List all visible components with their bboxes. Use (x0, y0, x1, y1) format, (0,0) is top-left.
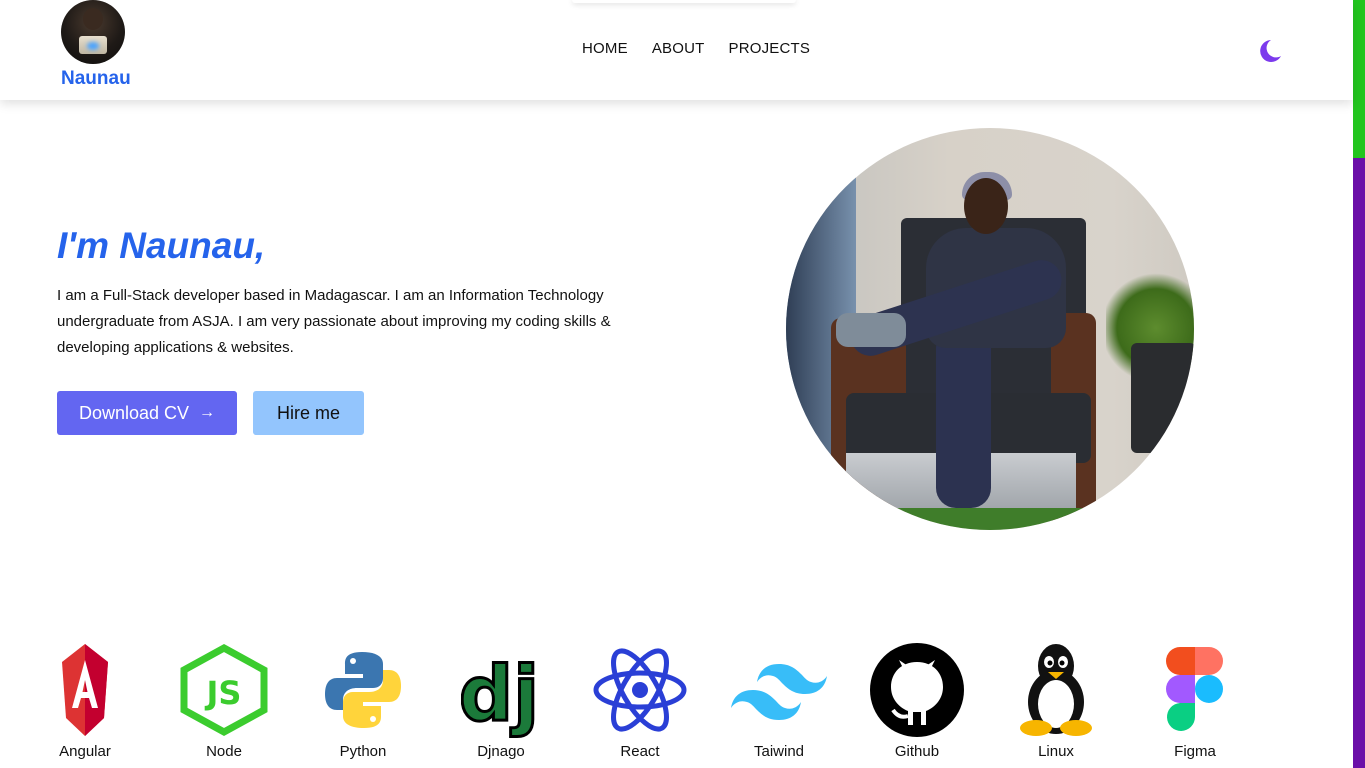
python-icon (325, 652, 401, 728)
hire-me-button[interactable]: Hire me (253, 391, 364, 435)
skill-label: React (620, 743, 660, 760)
skill-github: Github (857, 640, 977, 760)
arrow-right-icon: → (199, 404, 216, 421)
skill-python: Python (303, 640, 423, 760)
main-nav: HOME ABOUT PROJECTS (582, 40, 810, 57)
skill-label: Python (339, 743, 387, 760)
brand-logo[interactable]: Naunau (61, 0, 136, 96)
hero-description: I am a Full-Stack developer based in Mad… (57, 287, 611, 356)
svg-text:dj: dj (461, 649, 539, 738)
dark-mode-toggle[interactable] (1254, 36, 1284, 66)
skill-label: Figma (1174, 743, 1216, 760)
github-icon (870, 643, 964, 737)
skill-figma: Figma (1135, 640, 1255, 760)
node-icon: JS (180, 644, 268, 736)
moon-icon (1260, 40, 1281, 62)
header-decoration (572, 0, 796, 3)
brand-avatar (61, 0, 125, 64)
skill-label: Node (206, 743, 242, 760)
profile-photo (786, 128, 1194, 530)
skill-label: Angular (59, 743, 111, 760)
hire-me-label: Hire me (276, 402, 340, 423)
skill-angular: Angular (25, 640, 145, 760)
django-icon: dj (461, 648, 541, 739)
figma-icon (1166, 647, 1223, 731)
skill-label: Djnago (477, 743, 525, 760)
react-icon (593, 648, 687, 732)
skill-django: dj Djnago (441, 640, 561, 761)
svg-text:JS: JS (205, 674, 242, 712)
skills-list: Angular JS Node Python dj Djnago React T… (0, 640, 1353, 768)
skill-label: Taiwind (753, 743, 805, 760)
skill-label: Linux (1038, 743, 1074, 760)
skill-tailwind: Taiwind (719, 640, 839, 760)
skill-react: React (580, 640, 700, 760)
hero-title: I'm Naunau, (57, 225, 266, 266)
nav-projects[interactable]: PROJECTS (729, 40, 811, 57)
skill-label: Github (894, 743, 940, 760)
angular-icon (62, 644, 108, 736)
tailwind-icon (731, 664, 827, 720)
nav-home[interactable]: HOME (582, 40, 628, 57)
linux-icon (1020, 644, 1092, 736)
site-header: Naunau HOME ABOUT PROJECTS (0, 0, 1353, 100)
download-cv-label: Download CV (78, 402, 190, 423)
skill-linux: Linux (996, 640, 1116, 760)
brand-name: Naunau (61, 68, 131, 89)
skill-node: JS Node (164, 640, 284, 760)
download-cv-button[interactable]: Download CV → (57, 391, 237, 435)
scrollbar-thumb[interactable] (1353, 0, 1365, 158)
nav-about[interactable]: ABOUT (652, 40, 705, 57)
